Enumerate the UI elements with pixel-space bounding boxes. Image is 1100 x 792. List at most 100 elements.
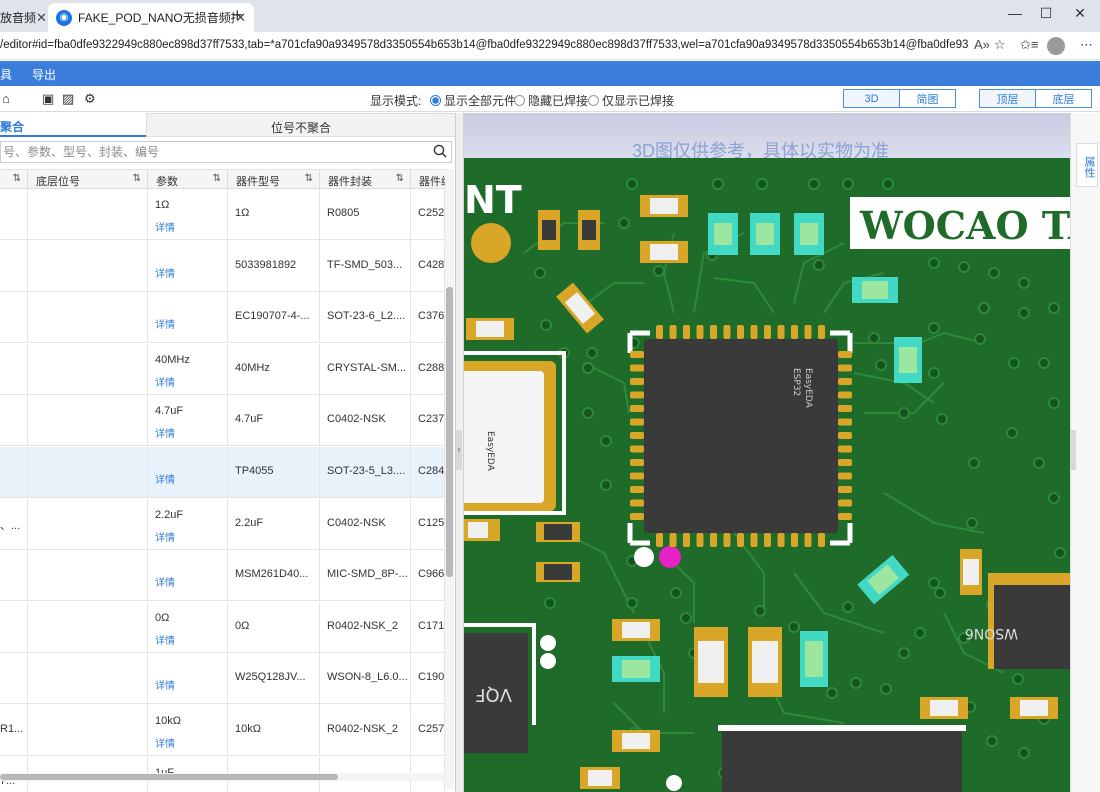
pcb-render[interactable]: 3D图仅供参考，具体以实物为准 NT WOCAO T EasyEDA ESP32… xyxy=(464,113,1070,792)
code-value: C1716 xyxy=(418,619,445,632)
detail-link[interactable]: 详情 xyxy=(155,677,175,692)
ic-pin xyxy=(630,445,644,453)
search-icon[interactable] xyxy=(433,144,447,158)
table-row[interactable]: 详情 W25Q128JV... WSON-8_L6.0... C1908 xyxy=(0,653,445,705)
detail-link[interactable]: 详情 xyxy=(155,529,175,544)
menu-item-export[interactable]: 导出 xyxy=(32,66,56,83)
sort-icon[interactable]: ⇅ xyxy=(305,173,313,184)
table-row[interactable]: 详情 5033981892 TF-SMD_503... C4284 xyxy=(0,240,445,292)
view-3d-button[interactable]: 3D xyxy=(843,89,900,108)
scroll-thumb[interactable] xyxy=(446,287,453,577)
ic-pin xyxy=(764,325,771,339)
detail-link[interactable]: 详情 xyxy=(155,374,175,389)
detail-link[interactable]: 详情 xyxy=(155,735,175,750)
chip-label: EasyEDA xyxy=(803,368,813,409)
audio-ic[interactable]: VQF xyxy=(464,623,536,753)
table-row[interactable]: 详情 TP4055 SOT-23-5_L3.... C2844 xyxy=(0,447,445,498)
cell-param: 详情 xyxy=(148,292,228,344)
ic-pin xyxy=(683,325,690,339)
column-header-bottom[interactable]: 底层位号 ⇅ xyxy=(28,170,148,190)
profile-avatar[interactable] xyxy=(1047,37,1065,55)
ic-pin xyxy=(838,391,852,399)
favorites-list-icon[interactable]: ✩≡ xyxy=(1020,37,1038,53)
package-value: R0805 xyxy=(327,207,360,219)
layer-bottom-button[interactable]: 底层 xyxy=(1035,89,1092,108)
table-row[interactable]: 详情 EC190707-4-... SOT-23-6_L2.... C3763 xyxy=(0,292,445,344)
detail-link[interactable]: 详情 xyxy=(155,265,175,280)
document-icon[interactable]: ▣ xyxy=(42,91,54,107)
maximize-icon[interactable]: ☐ xyxy=(1036,5,1056,22)
settings-doc-icon[interactable]: ⚙ xyxy=(84,91,96,107)
tab-not-aggregated[interactable]: 位号不聚合 xyxy=(146,113,455,137)
table-row[interactable]: R1... 10kΩ 详情 10kΩ R0402-NSK_2 C2574 xyxy=(0,705,445,756)
detail-link[interactable]: 详情 xyxy=(155,574,175,589)
tab-aggregated[interactable]: 聚合 xyxy=(0,113,146,137)
detail-link[interactable]: 详情 xyxy=(155,632,175,647)
ic-pin xyxy=(838,378,852,385)
param-value: 2.2uF xyxy=(155,508,184,521)
main-ic[interactable]: ESP32 EasyEDA xyxy=(627,325,853,547)
sort-icon[interactable]: ⇅ xyxy=(396,173,404,184)
cell-package: C0402-NSK xyxy=(320,395,411,447)
board-viewport[interactable]: 3D图仅供参考，具体以实物为准 NT WOCAO T EasyEDA ESP32… xyxy=(464,113,1070,792)
minimize-icon[interactable]: — xyxy=(1005,5,1025,21)
table-row[interactable]: 、... 2.2uF 详情 2.2uF C0402-NSK C1253 xyxy=(0,498,445,550)
sort-icon[interactable]: ⇅ xyxy=(133,173,141,184)
column-header-package[interactable]: 器件封装 ⇅ xyxy=(320,170,411,190)
cell-code: C2844 xyxy=(411,447,445,498)
tab-label: 放音频 xyxy=(0,11,37,25)
browser-tab-active[interactable]: ◉ FAKE_POD_NANO无损音频播放器 ✕ xyxy=(48,3,254,32)
browser-tab-previous[interactable]: 放音频 ✕ xyxy=(0,3,46,32)
print-icon[interactable]: ⌂ xyxy=(2,91,10,106)
collapse-left-icon[interactable]: ‹ xyxy=(456,430,462,470)
sort-icon[interactable]: ⇅ xyxy=(13,173,21,184)
code-value: C1253 xyxy=(418,516,445,529)
close-tab-icon[interactable]: ✕ xyxy=(36,10,46,26)
sort-icon[interactable]: ⇅ xyxy=(213,173,221,184)
ic-pin xyxy=(838,472,852,480)
new-tab-button[interactable]: + xyxy=(232,5,243,26)
scroll-thumb[interactable] xyxy=(0,774,338,780)
table-row[interactable]: 40MHz 详情 40MHz CRYSTAL-SM... C2885 xyxy=(0,343,445,395)
detail-link[interactable]: 详情 xyxy=(155,316,175,331)
properties-tab[interactable]: 属性 xyxy=(1076,143,1098,187)
panel-splitter[interactable]: ‹ xyxy=(456,113,464,792)
table-row[interactable]: 1Ω 详情 1Ω R0805 C2527 xyxy=(0,189,445,240)
ic-pin xyxy=(838,405,852,412)
collapse-right-icon[interactable] xyxy=(1071,430,1076,470)
cell-designator xyxy=(0,189,28,240)
horizontal-scrollbar[interactable] xyxy=(0,773,445,781)
more-menu-icon[interactable]: ⋯ xyxy=(1080,37,1093,53)
cell-package: R0402-NSK_2 xyxy=(320,705,411,756)
close-window-icon[interactable]: ✕ xyxy=(1070,5,1090,22)
cell-bottom xyxy=(28,343,148,395)
vertical-scrollbar[interactable] xyxy=(445,169,454,789)
table-row[interactable]: 详情 MSM261D40... MIC-SMD_8P-... C9669 xyxy=(0,550,445,602)
table-row[interactable]: 4.7uF 详情 4.7uF C0402-NSK C2373 xyxy=(0,395,445,447)
test-pad xyxy=(471,223,511,263)
image-icon[interactable]: ▨ xyxy=(62,91,74,107)
detail-link[interactable]: 详情 xyxy=(155,471,175,486)
mode-only-soldered[interactable]: 仅显示已焊接 xyxy=(588,92,674,109)
mode-show-all[interactable]: 显示全部元件 xyxy=(430,92,516,109)
column-label: 器件编 xyxy=(419,176,445,188)
favorite-star-icon[interactable]: ☆ xyxy=(994,37,1006,53)
menu-item-tools[interactable]: 具 xyxy=(0,66,12,83)
ic-pin xyxy=(696,325,704,339)
column-header-param[interactable]: 参数 ⇅ xyxy=(148,170,228,190)
detail-link[interactable]: 详情 xyxy=(155,425,175,440)
detail-link[interactable]: 详情 xyxy=(155,219,175,234)
ic-pin xyxy=(818,533,825,547)
search-input[interactable] xyxy=(1,142,421,162)
radio-checked-icon xyxy=(430,95,441,106)
mode-hide-soldered[interactable]: 隐藏已焊接 xyxy=(514,92,588,109)
cell-param: 40MHz 详情 xyxy=(148,343,228,395)
read-aloud-icon[interactable]: A» xyxy=(974,37,990,52)
layer-top-button[interactable]: 顶层 xyxy=(979,89,1036,108)
url-field[interactable]: /editor#id=fba0dfe9322949c880ec898d37ff7… xyxy=(0,39,968,51)
column-header-designator[interactable]: ⇅ xyxy=(0,170,28,190)
table-row[interactable]: 0Ω 详情 0Ω R0402-NSK_2 C1716 xyxy=(0,601,445,653)
column-header-code[interactable]: 器件编 xyxy=(411,170,445,190)
column-header-model[interactable]: 器件型号 ⇅ xyxy=(228,170,320,190)
view-simple-button[interactable]: 简图 xyxy=(899,89,956,108)
